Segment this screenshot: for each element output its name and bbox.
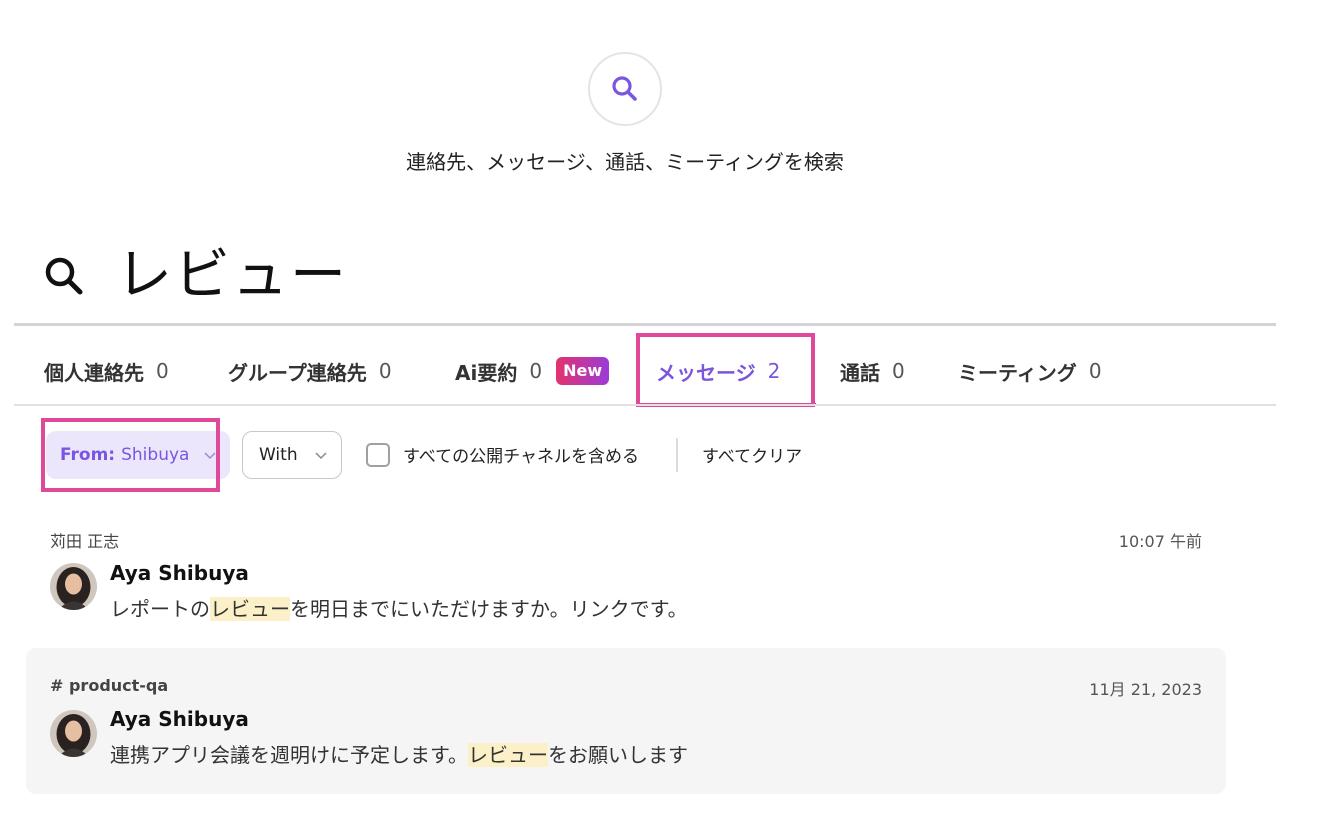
divider [14, 404, 1276, 406]
tab-meetings[interactable]: ミーティング 0 [958, 338, 1102, 404]
clear-all-button[interactable]: すべてクリア [702, 442, 802, 467]
divider [14, 323, 1276, 326]
search-match-highlight: レビュー [210, 597, 290, 621]
from-filter-label: From: [60, 445, 116, 465]
list-item[interactable]: # product-qa 11月 21, 2023 Aya Shibuya 連携… [26, 648, 1226, 794]
tab-messages[interactable]: メッセージ 2 [656, 338, 816, 406]
include-public-channels-label: すべての公開チャネルを含める [403, 447, 639, 467]
chevron-down-icon [315, 452, 327, 460]
result-context: 苅田 正志 [50, 532, 120, 551]
new-badge: New [556, 357, 610, 385]
chevron-down-icon [204, 452, 216, 460]
search-query-text[interactable]: レビュー [116, 238, 348, 314]
sender-name: Aya Shibuya [110, 561, 249, 585]
result-time: 10:07 午前 [1118, 532, 1202, 551]
search-match-highlight: レビュー [468, 743, 548, 767]
search-hint-text: 連絡先、メッセージ、通話、ミーティングを検索 [406, 150, 844, 174]
result-time: 11月 21, 2023 [1089, 680, 1202, 699]
with-filter-dropdown[interactable]: With [242, 431, 342, 479]
search-hint-icon-circle [588, 52, 662, 126]
tab-calls[interactable]: 通話 0 [840, 338, 905, 404]
checkbox[interactable] [366, 442, 390, 467]
list-item[interactable]: 苅田 正志 10:07 午前 Aya Shibuya レポートのレビューを明日ま… [26, 512, 1226, 634]
tab-group-contacts[interactable]: グループ連絡先 0 [228, 338, 392, 404]
result-context: # product-qa [50, 676, 169, 695]
avatar [50, 710, 97, 757]
message-snippet: 連携アプリ会議を週明けに予定します。レビューをお願いします [110, 743, 688, 767]
search-icon [45, 257, 83, 295]
from-filter-dropdown[interactable]: From: Shibuya [46, 431, 230, 479]
from-filter-value: Shibuya [121, 445, 190, 465]
with-filter-label: With [259, 445, 298, 465]
sender-name: Aya Shibuya [110, 707, 249, 731]
tab-ai-summary[interactable]: Ai要約 0 New [455, 338, 610, 404]
divider [676, 438, 678, 472]
tab-personal-contacts[interactable]: 個人連絡先 0 [44, 338, 169, 404]
include-public-channels-checkbox[interactable]: すべての公開チャネルを含める [366, 442, 639, 467]
avatar [50, 563, 97, 610]
search-icon [612, 76, 637, 101]
message-snippet: レポートのレビューを明日までにいただけますか。リンクです。 [110, 597, 688, 621]
search-query[interactable]: レビュー [42, 238, 348, 314]
